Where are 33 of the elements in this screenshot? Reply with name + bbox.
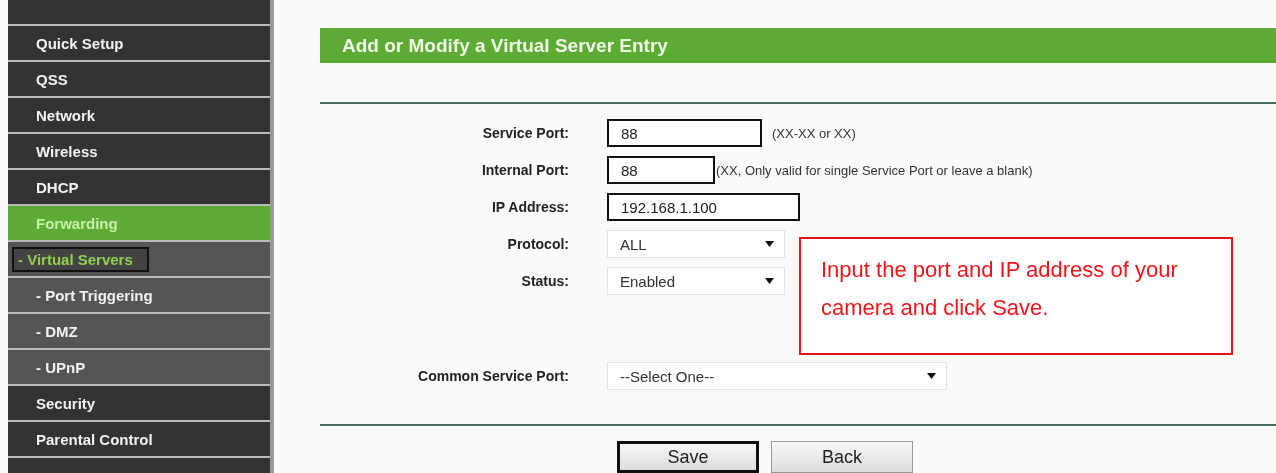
dropdown-field[interactable]: Enabled [607, 267, 785, 296]
text-input-field[interactable]: 192.168.1.100 [607, 193, 800, 222]
dropdown-caret-icon [927, 373, 936, 380]
menu-item[interactable]: DHCP [8, 170, 270, 206]
annotation-callout: Input the port and IP address of your camera and click Save. [799, 237, 1233, 355]
dropdown-caret-icon [765, 241, 774, 248]
menu-item[interactable]: Quick Setup [8, 26, 270, 62]
menu-item[interactable]: - Port Triggering [8, 278, 270, 314]
field-label: Protocol: [506, 236, 569, 253]
dropdown-caret-icon [765, 278, 774, 285]
menu-item[interactable]: Security [8, 386, 270, 422]
menu-item[interactable]: Wireless [8, 134, 270, 170]
text-input-field[interactable]: 88 [607, 119, 762, 148]
field-label: IP Address: [490, 199, 569, 216]
form-button[interactable]: Save [617, 441, 759, 473]
field-hint: (XX-XX or XX) [772, 125, 856, 141]
menu-item[interactable]: Parental Control [8, 422, 270, 458]
panel-title: Add or Modify a Virtual Server Entry [320, 28, 1276, 64]
field-label: Internal Port: [480, 162, 569, 179]
field-label: Service Port: [481, 125, 569, 142]
dropdown-field[interactable]: --Select One-- [607, 362, 947, 391]
menu-item[interactable]: - UPnP [8, 350, 270, 386]
menu-item[interactable]: - Virtual Servers [8, 242, 270, 278]
field-label: Status: [520, 273, 569, 290]
form-button[interactable]: Back [771, 441, 913, 473]
text-input-field[interactable]: 88 [607, 156, 715, 185]
menu-item[interactable]: QSS [8, 62, 270, 98]
selected-menu-label: - Virtual Servers [12, 246, 149, 272]
field-hint: (XX, Only valid for single Service Port or leave a blank) [716, 162, 1033, 178]
field-label: Common Service Port: [417, 368, 569, 385]
dropdown-field[interactable]: ALL [607, 230, 785, 259]
menu-item[interactable]: Network [8, 98, 270, 134]
menu-item[interactable]: - DMZ [8, 314, 270, 350]
